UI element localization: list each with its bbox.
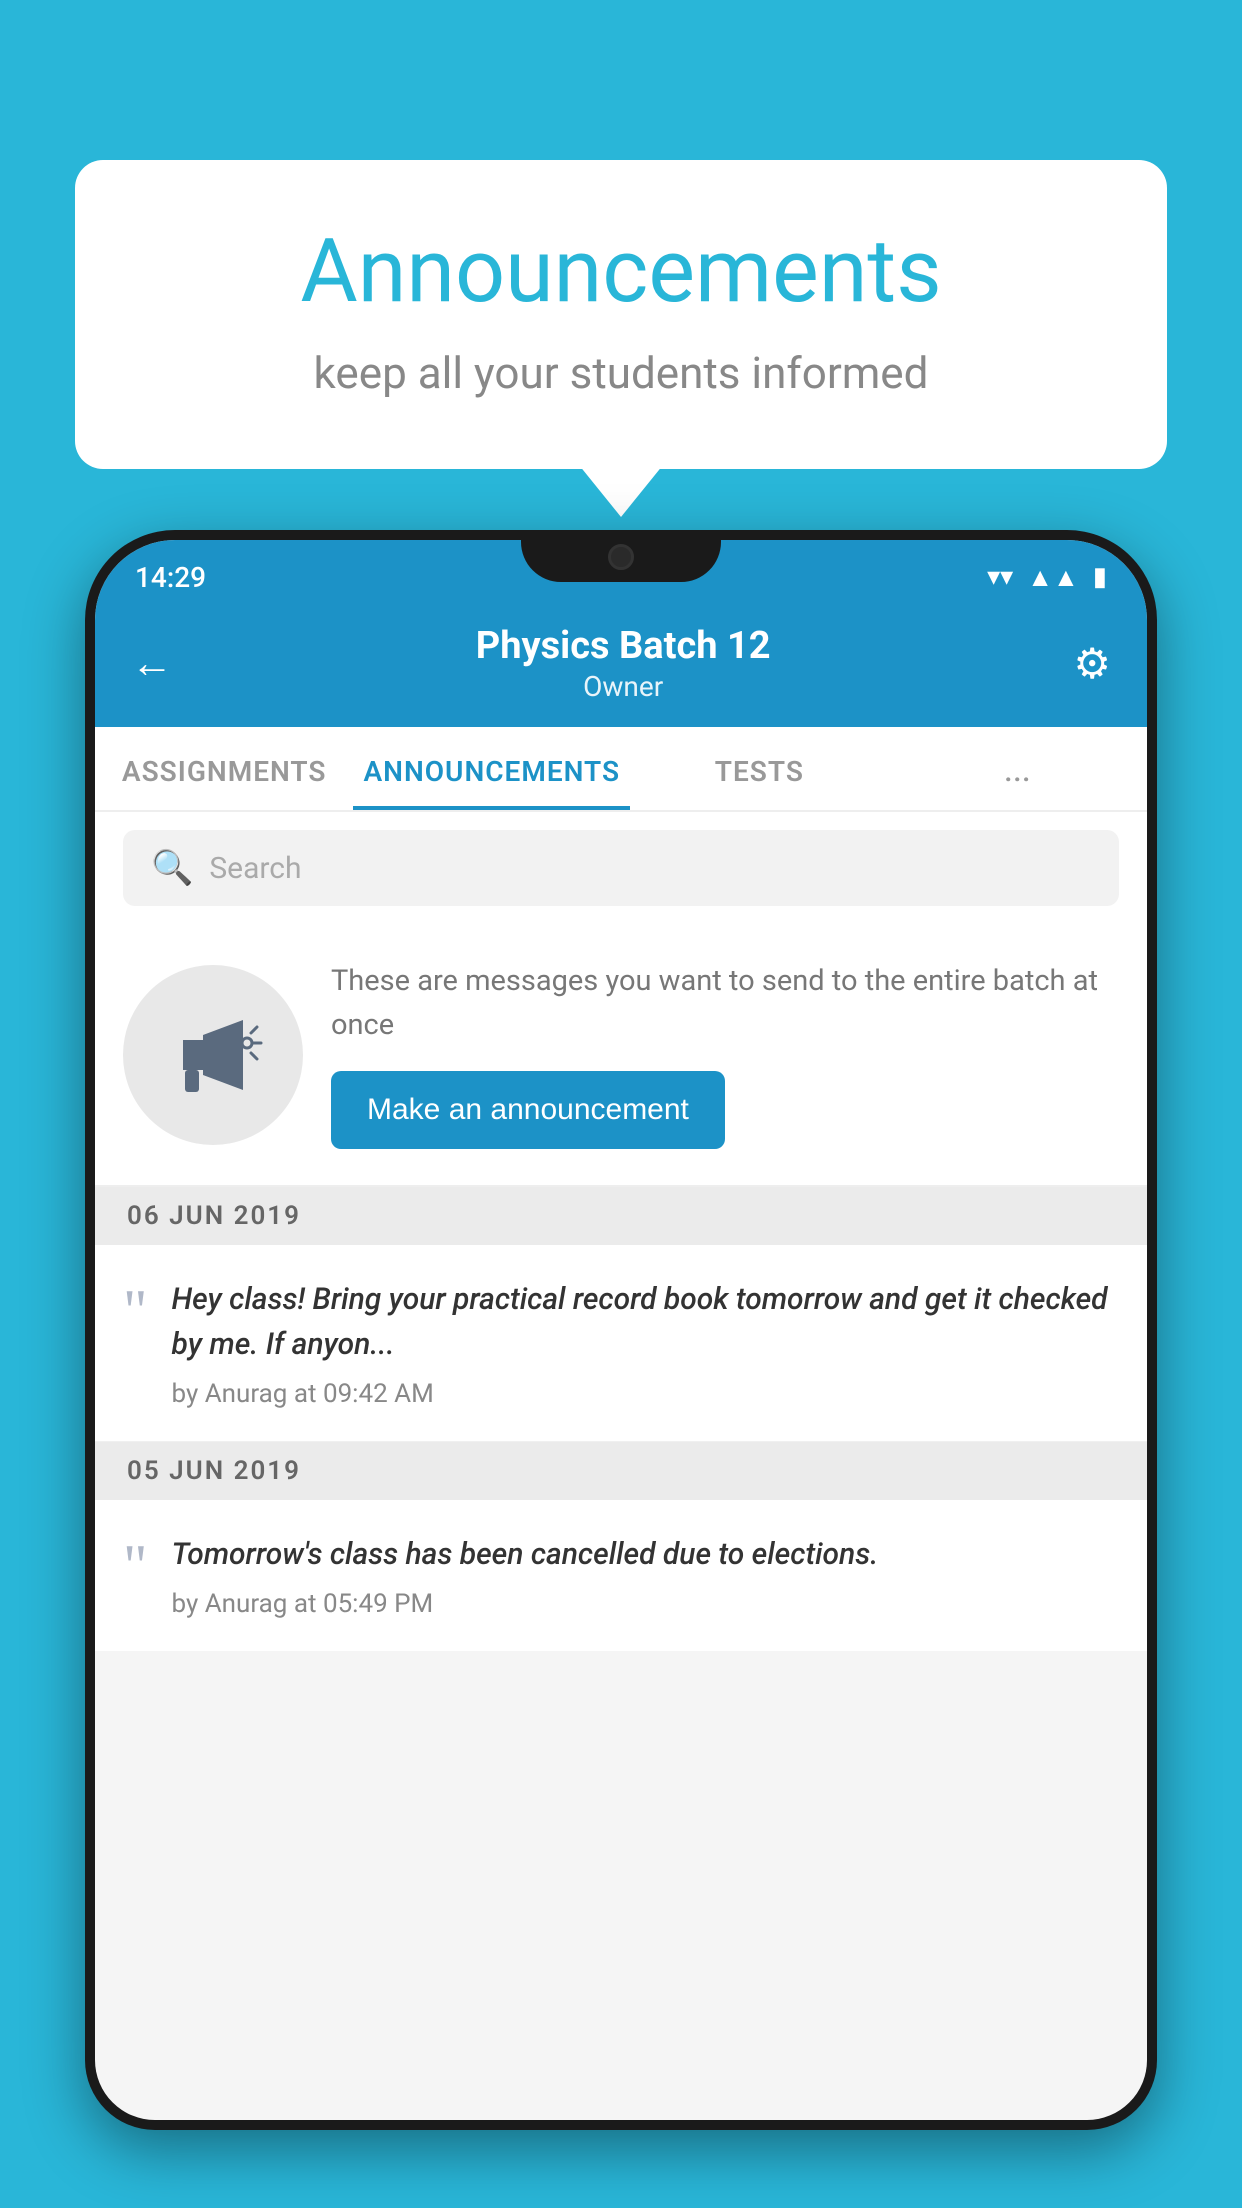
tab-announcements[interactable]: ANNOUNCEMENTS bbox=[353, 727, 630, 810]
announcement-text-1: Hey class! Bring your practical record b… bbox=[172, 1277, 1120, 1367]
announcement-text-2: Tomorrow's class has been cancelled due … bbox=[172, 1532, 1120, 1577]
megaphone-icon bbox=[163, 1005, 263, 1105]
hero-subtitle: keep all your students informed bbox=[155, 347, 1087, 399]
phone-wrapper: 14:29 ▾▾ ▲▲ ▮ ← Physics Batch 12 Owner ⚙ bbox=[85, 530, 1157, 2208]
search-bar[interactable]: 🔍 Search bbox=[123, 830, 1119, 906]
settings-icon[interactable]: ⚙ bbox=[1073, 639, 1111, 689]
phone-camera bbox=[608, 544, 634, 570]
search-placeholder: Search bbox=[209, 851, 301, 886]
phone-notch bbox=[521, 530, 721, 582]
app-header: ← Physics Batch 12 Owner ⚙ bbox=[95, 606, 1147, 727]
promo-icon-circle bbox=[123, 965, 303, 1145]
phone-screen: 14:29 ▾▾ ▲▲ ▮ ← Physics Batch 12 Owner ⚙ bbox=[95, 540, 1147, 2120]
status-time: 14:29 bbox=[135, 561, 206, 594]
announcement-item-2[interactable]: " Tomorrow's class has been cancelled du… bbox=[95, 1500, 1147, 1651]
announcement-meta-2: by Anurag at 05:49 PM bbox=[172, 1589, 1120, 1619]
status-icons: ▾▾ ▲▲ ▮ bbox=[987, 562, 1107, 593]
promo-description: These are messages you want to send to t… bbox=[331, 960, 1119, 1047]
search-icon: 🔍 bbox=[151, 848, 193, 888]
make-announcement-button[interactable]: Make an announcement bbox=[331, 1071, 725, 1149]
tabs-bar: ASSIGNMENTS ANNOUNCEMENTS TESTS ... bbox=[95, 727, 1147, 812]
tab-assignments[interactable]: ASSIGNMENTS bbox=[95, 727, 353, 810]
header-subtitle: Owner bbox=[476, 670, 771, 703]
announcement-content-1: Hey class! Bring your practical record b… bbox=[172, 1277, 1120, 1409]
announcement-promo: These are messages you want to send to t… bbox=[95, 924, 1147, 1187]
announcement-content-2: Tomorrow's class has been cancelled due … bbox=[172, 1532, 1120, 1619]
hero-section: Announcements keep all your students inf… bbox=[75, 160, 1167, 469]
signal-icon: ▲▲ bbox=[1027, 562, 1078, 593]
tab-more[interactable]: ... bbox=[889, 727, 1147, 810]
back-button[interactable]: ← bbox=[131, 643, 173, 685]
phone-device: 14:29 ▾▾ ▲▲ ▮ ← Physics Batch 12 Owner ⚙ bbox=[85, 530, 1157, 2130]
search-bar-container: 🔍 Search bbox=[95, 812, 1147, 924]
date-separator-1: 06 JUN 2019 bbox=[95, 1187, 1147, 1245]
wifi-icon: ▾▾ bbox=[987, 562, 1013, 592]
header-title: Physics Batch 12 bbox=[476, 624, 771, 668]
date-separator-2: 05 JUN 2019 bbox=[95, 1442, 1147, 1500]
battery-icon: ▮ bbox=[1093, 562, 1107, 592]
quote-icon-1: " bbox=[123, 1281, 148, 1341]
announcement-item-1[interactable]: " Hey class! Bring your practical record… bbox=[95, 1245, 1147, 1442]
header-title-area: Physics Batch 12 Owner bbox=[476, 624, 771, 703]
speech-bubble: Announcements keep all your students inf… bbox=[75, 160, 1167, 469]
announcement-meta-1: by Anurag at 09:42 AM bbox=[172, 1379, 1120, 1409]
quote-icon-2: " bbox=[123, 1536, 148, 1596]
tab-tests[interactable]: TESTS bbox=[630, 727, 888, 810]
promo-content: These are messages you want to send to t… bbox=[331, 960, 1119, 1149]
hero-title: Announcements bbox=[155, 220, 1087, 323]
